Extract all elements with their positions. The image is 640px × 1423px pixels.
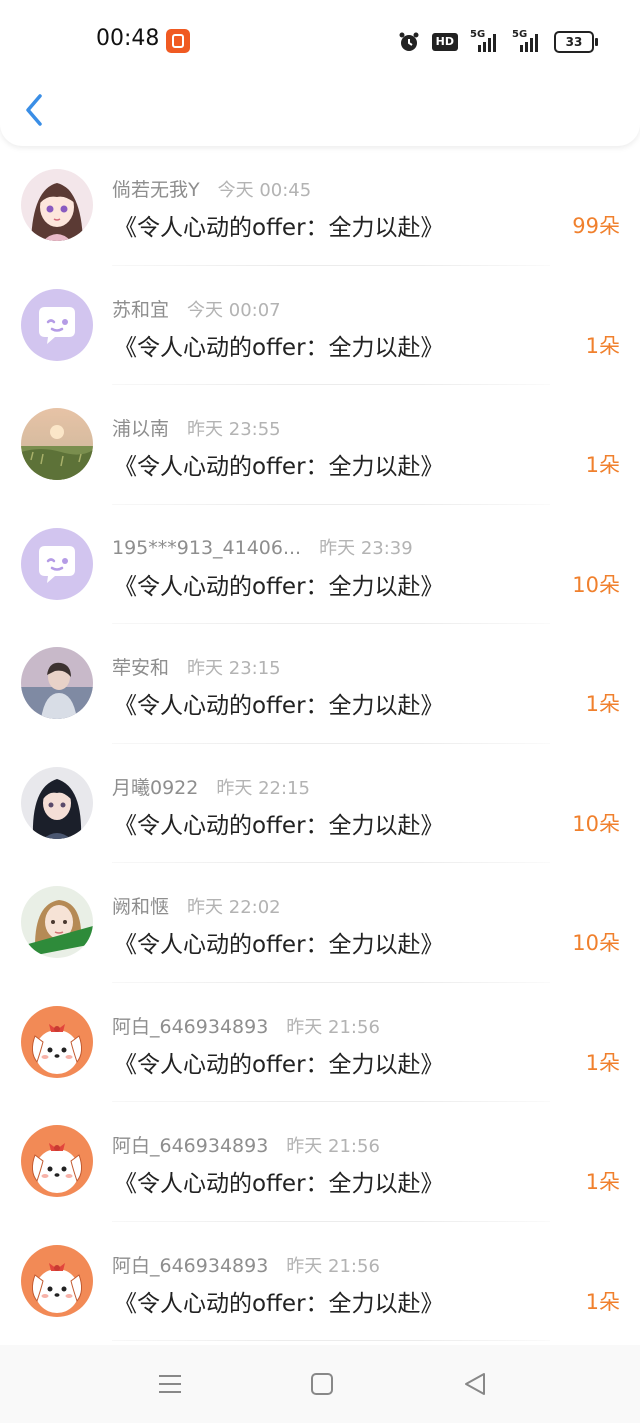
person-photo-avatar[interactable] [21, 647, 93, 719]
gift-time: 昨天 21:56 [286, 1016, 380, 1038]
status-time: 00:48 [96, 26, 160, 51]
back-triangle-icon[interactable] [460, 1369, 490, 1399]
user-name[interactable]: 浦以南 [112, 414, 169, 441]
top-header: 00:48 HD 5G 5G 33 [0, 0, 640, 146]
landscape-avatar[interactable] [21, 408, 93, 480]
gift-record-row[interactable]: 月曦0922 昨天 22:15 《令人心动的offer：全力以赴》 10朵 [0, 744, 640, 864]
flower-count: 1朵 [585, 1050, 620, 1075]
program-title: 《令人心动的offer：全力以赴》 [114, 693, 444, 719]
name-line: 浦以南 昨天 23:55 [112, 414, 281, 440]
name-line: 阿白_646934893 昨天 21:56 [112, 1131, 380, 1157]
user-name[interactable]: 阿白_646934893 [112, 1012, 268, 1039]
chevron-left-icon [26, 94, 42, 126]
name-line: 阙和惬 昨天 22:02 [112, 892, 281, 918]
flower-count: 1朵 [585, 1289, 620, 1314]
flower-count: 1朵 [585, 333, 620, 358]
name-line: 阿白_646934893 昨天 21:56 [112, 1012, 380, 1038]
gift-time: 昨天 22:02 [187, 897, 281, 918]
name-line: 阿白_646934893 昨天 21:56 [112, 1251, 380, 1277]
gift-time: 今天 00:45 [217, 180, 312, 201]
program-title: 《令人心动的offer：全力以赴》 [114, 932, 444, 958]
gift-record-row[interactable]: 阿白_646934893 昨天 21:56 《令人心动的offer：全力以赴》 1朵 [0, 1222, 640, 1342]
flower-count: 10朵 [572, 811, 620, 836]
hd-icon: HD [431, 33, 458, 51]
name-line: 荦安和 昨天 23:15 [112, 653, 281, 679]
status-icons: HD 5G 5G 33 [398, 28, 598, 56]
flower-count: 99朵 [572, 214, 620, 238]
status-bar: 00:48 HD 5G 5G 33 [0, 22, 640, 62]
user-name[interactable]: 195***913_41406... [112, 537, 301, 559]
flower-count: 10朵 [572, 931, 620, 955]
program-title: 《令人心动的offer：全力以赴》 [114, 215, 444, 241]
menu-icon[interactable] [155, 1369, 185, 1399]
cartoon-dog-avatar[interactable] [21, 1244, 93, 1317]
flower-count: 10朵 [572, 572, 620, 597]
program-title: 《令人心动的offer：全力以赴》 [114, 1171, 444, 1197]
gift-time: 今天 00:07 [187, 299, 281, 321]
gift-record-row[interactable]: 倘若无我Y 今天 00:45 《令人心动的offer：全力以赴》 99朵 [0, 146, 640, 266]
flower-count: 1朵 [585, 453, 620, 477]
video-app-icon [166, 29, 190, 53]
user-name[interactable]: 倘若无我Y [112, 175, 200, 202]
gift-record-list: 倘若无我Y 今天 00:45 《令人心动的offer：全力以赴》 99朵 苏和宜 今天 0… [0, 146, 640, 1341]
gift-record-row[interactable]: 苏和宜 今天 00:07 《令人心动的offer：全力以赴》 1朵 [0, 266, 640, 386]
gift-time: 昨天 23:39 [319, 537, 413, 559]
flower-count: 1朵 [585, 692, 620, 716]
user-name[interactable]: 荦安和 [112, 653, 169, 680]
program-title: 《令人心动的offer：全力以赴》 [114, 1051, 444, 1078]
anime-girl-avatar[interactable] [21, 169, 93, 241]
signal-5g-icon: 5G [512, 29, 542, 53]
user-name[interactable]: 阿白_646934893 [112, 1131, 268, 1158]
gift-record-row[interactable]: 阙和惬 昨天 22:02 《令人心动的offer：全力以赴》 10朵 [0, 863, 640, 983]
signal-5g-icon: 5G [470, 29, 500, 53]
name-line: 月曦0922 昨天 22:15 [112, 773, 310, 799]
gift-record-row[interactable]: 荦安和 昨天 23:15 《令人心动的offer：全力以赴》 1朵 [0, 624, 640, 744]
gift-time: 昨天 21:56 [286, 1136, 380, 1157]
default-chat-avatar[interactable] [21, 527, 93, 600]
gift-record-row[interactable]: 浦以南 昨天 23:55 《令人心动的offer：全力以赴》 1朵 [0, 385, 640, 505]
gift-time: 昨天 23:55 [187, 419, 281, 440]
system-nav-bar [0, 1345, 640, 1423]
dark-hair-girl-avatar[interactable] [21, 766, 93, 839]
girl-photo-avatar[interactable] [21, 886, 93, 958]
default-chat-avatar[interactable] [21, 288, 93, 361]
program-title: 《令人心动的offer：全力以赴》 [114, 454, 444, 480]
user-name[interactable]: 苏和宜 [112, 295, 169, 322]
gift-time: 昨天 23:15 [187, 658, 281, 679]
user-name[interactable]: 月曦0922 [112, 773, 198, 800]
battery-indicator: 33 [554, 31, 598, 53]
flower-count: 1朵 [585, 1170, 620, 1194]
gift-record-row[interactable]: 阿白_646934893 昨天 21:56 《令人心动的offer：全力以赴》 1朵 [0, 983, 640, 1103]
name-line: 苏和宜 今天 00:07 [112, 295, 281, 321]
user-name[interactable]: 阙和惬 [112, 892, 169, 919]
cartoon-dog-avatar[interactable] [21, 1125, 93, 1197]
gift-record-row[interactable]: 195***913_41406... 昨天 23:39 《令人心动的offer：全力… [0, 505, 640, 625]
program-title: 《令人心动的offer：全力以赴》 [114, 573, 444, 600]
gift-record-row[interactable]: 阿白_646934893 昨天 21:56 《令人心动的offer：全力以赴》 1朵 [0, 1102, 640, 1222]
gift-time: 昨天 22:15 [216, 777, 310, 799]
name-line: 倘若无我Y 今天 00:45 [112, 175, 311, 201]
back-button[interactable] [20, 90, 50, 130]
program-title: 《令人心动的offer：全力以赴》 [114, 334, 444, 361]
name-line: 195***913_41406... 昨天 23:39 [112, 534, 413, 560]
program-title: 《令人心动的offer：全力以赴》 [114, 1290, 444, 1317]
program-title: 《令人心动的offer：全力以赴》 [114, 812, 444, 839]
cartoon-dog-avatar[interactable] [21, 1005, 93, 1078]
home-square-icon[interactable] [307, 1369, 337, 1399]
user-name[interactable]: 阿白_646934893 [112, 1251, 268, 1278]
alarm-icon [398, 31, 420, 53]
gift-time: 昨天 21:56 [286, 1255, 380, 1277]
